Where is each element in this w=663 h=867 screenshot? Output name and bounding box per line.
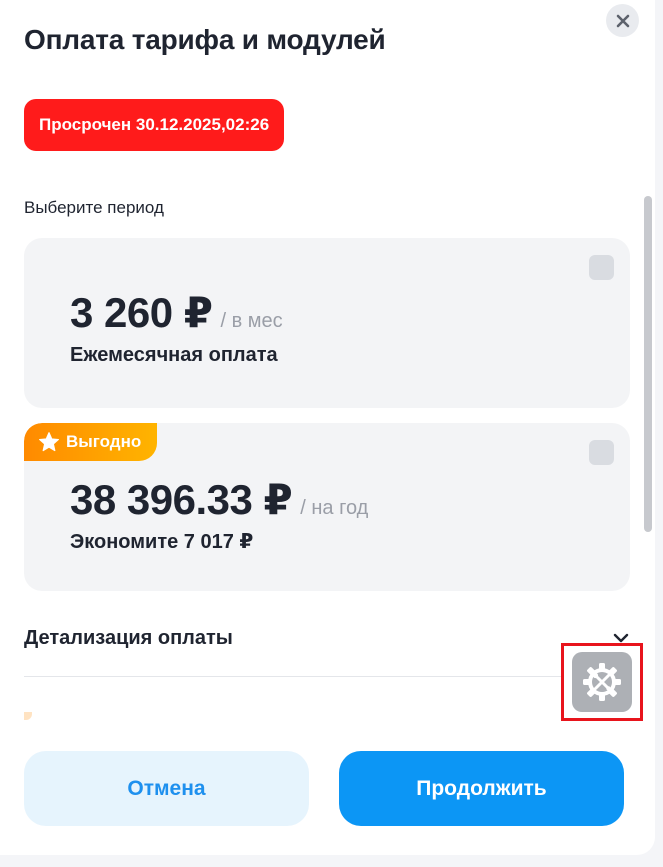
plan-monthly-subtitle: Ежемесячная оплата: [70, 344, 278, 366]
plan-yearly-savings: Экономите 7 017 ₽: [70, 531, 254, 553]
settings-button[interactable]: [572, 652, 632, 712]
plan-monthly-price-row: 3 260 ₽ / в мес: [70, 288, 283, 337]
payment-modal: Оплата тарифа и модулей Просрочен 30.12.…: [0, 0, 655, 855]
plan-yearly-period: / на год: [300, 497, 369, 519]
promo-ribbon: Выгодно: [24, 423, 158, 461]
plan-yearly-price-row: 38 396.33 ₽ / на год: [70, 475, 368, 524]
cancel-button[interactable]: Отмена: [24, 751, 309, 826]
plan-card-yearly[interactable]: Выгодно 38 396.33 ₽ / на год Экономите 7…: [24, 423, 630, 591]
plan-monthly-period: / в мес: [220, 310, 283, 332]
plan-monthly-checkbox[interactable]: [589, 255, 614, 280]
continue-button[interactable]: Продолжить: [339, 751, 624, 826]
modal-title: Оплата тарифа и модулей: [24, 24, 386, 55]
overdue-status-badge: Просрочен 30.12.2025,02:26: [24, 99, 285, 151]
plan-yearly-checkbox[interactable]: [589, 440, 614, 465]
plan-yearly-price: 38 396.33 ₽: [70, 476, 293, 523]
payment-details-toggle[interactable]: Детализация оплаты: [24, 616, 634, 660]
settings-widget-highlight: [561, 643, 643, 721]
content-fade-hint: [24, 712, 32, 720]
scrollbar-thumb[interactable]: [644, 196, 652, 532]
payment-details-label: Детализация оплаты: [24, 626, 233, 649]
star-icon: [39, 432, 59, 452]
plan-monthly-price: 3 260 ₽: [70, 289, 213, 336]
period-section-label: Выберите период: [24, 198, 164, 217]
close-button[interactable]: [606, 4, 639, 37]
details-divider: [24, 676, 634, 677]
plan-card-monthly[interactable]: 3 260 ₽ / в мес Ежемесячная оплата: [24, 238, 630, 408]
gear-tools-icon: [583, 663, 621, 701]
close-icon: [616, 14, 629, 27]
promo-label: Выгодно: [66, 432, 142, 451]
